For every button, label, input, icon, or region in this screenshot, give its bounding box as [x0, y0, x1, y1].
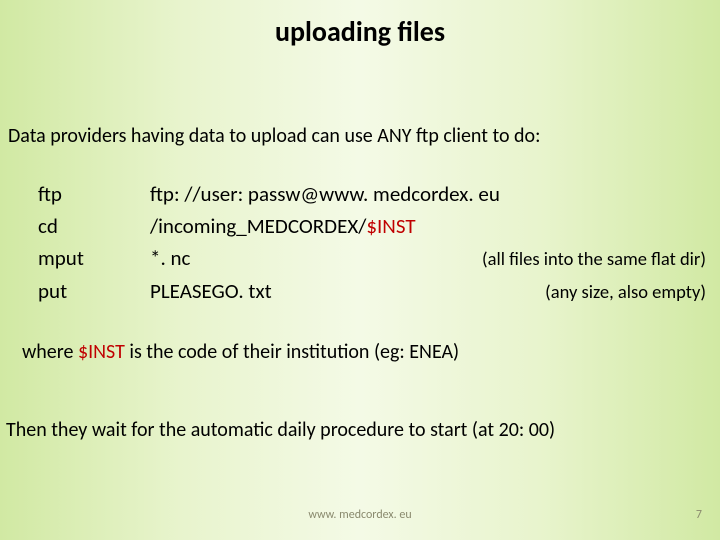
inst-variable: $INST: [366, 213, 415, 239]
command-row: cd /incoming_MEDCORDEX/$INST: [38, 210, 708, 242]
where-prefix: where: [22, 340, 78, 364]
command-name: put: [38, 275, 150, 307]
command-name: ftp: [38, 178, 150, 210]
where-suffix: is the code of their institution (eg: EN…: [125, 340, 459, 364]
then-line: Then they wait for the automatic daily p…: [6, 418, 555, 442]
command-arg-prefix: /incoming_MEDCORDEX/: [150, 213, 366, 239]
page-number: 7: [696, 508, 702, 522]
slide: uploading files Data providers having da…: [0, 0, 720, 540]
footer-url: www. medcordex. eu: [0, 508, 720, 522]
command-name: cd: [38, 210, 150, 242]
command-arg: *. nc: [150, 242, 190, 274]
command-arg: ftp: //user: passw@www. medcordex. eu: [150, 178, 500, 210]
command-arg: /incoming_MEDCORDEX/$INST: [150, 210, 416, 242]
command-block: ftp ftp: //user: passw@www. medcordex. e…: [38, 178, 708, 308]
inst-variable: $INST: [78, 340, 125, 364]
command-note: (all files into the same flat dir): [190, 243, 708, 275]
command-note: (any size, also empty): [272, 276, 708, 308]
command-name: mput: [38, 242, 150, 274]
intro-text: Data providers having data to upload can…: [8, 124, 540, 148]
slide-title: uploading files: [0, 14, 720, 49]
command-row: put PLEASEGO. txt (any size, also empty): [38, 275, 708, 308]
where-line: where $INST is the code of their institu…: [22, 340, 459, 364]
command-row: ftp ftp: //user: passw@www. medcordex. e…: [38, 178, 708, 210]
command-arg: PLEASEGO. txt: [150, 275, 272, 307]
command-row: mput *. nc (all files into the same flat…: [38, 242, 708, 275]
